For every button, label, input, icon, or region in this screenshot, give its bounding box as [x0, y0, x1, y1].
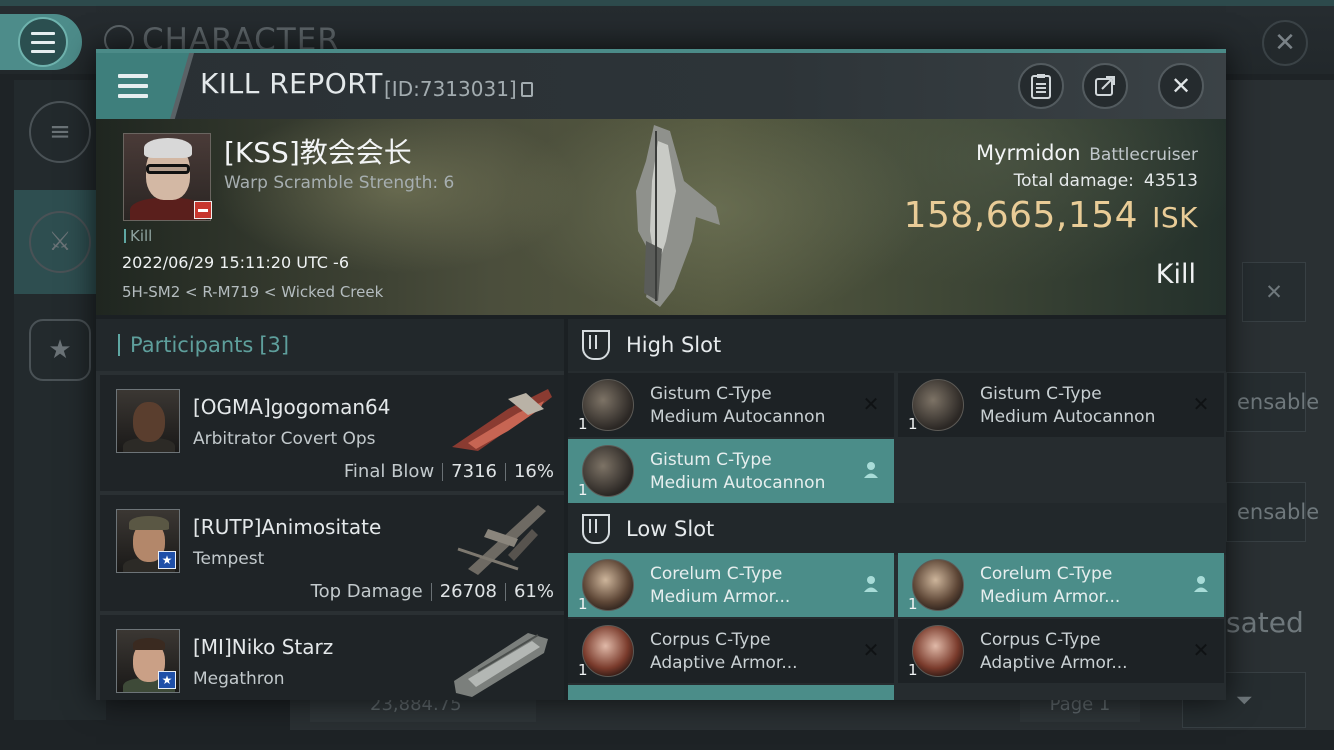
participant-ship-image: [452, 389, 552, 451]
adaptive-armor-icon: [912, 625, 964, 677]
high-slot-header: High Slot: [568, 319, 1226, 371]
sidebar-item-combat[interactable]: ⚔: [14, 190, 106, 294]
participant-name: [RUTP]Animositate: [193, 515, 382, 539]
list-icon: ≡: [29, 101, 91, 163]
destroyed-icon: ✕: [1192, 392, 1210, 416]
background-text: sated: [1226, 606, 1304, 639]
sidebar-item-list[interactable]: ≡: [14, 80, 106, 184]
module-item[interactable]: 1 Corelum C-Type Medium Armor...: [898, 553, 1224, 617]
high-slot-icon: [582, 330, 610, 360]
participant-name: [OGMA]gogoman64: [193, 395, 391, 419]
module-item[interactable]: 1 Corpus C-Type Adaptive Armor... ✕: [568, 619, 894, 683]
kill-tag: Kill: [124, 227, 152, 245]
report-id: [ID:7313031]: [384, 77, 533, 101]
participant-ship: Tempest: [193, 549, 265, 569]
autocannon-icon: [912, 379, 964, 431]
victim-ship-image[interactable]: [596, 121, 746, 311]
module-item[interactable]: 1 Gistum C-Type Medium Autocannon: [568, 439, 894, 503]
armor-module-icon: [582, 559, 634, 611]
adaptive-armor-icon: [582, 625, 634, 677]
victim-name[interactable]: [KSS]教会会长: [224, 131, 412, 171]
low-slot-header: Low Slot: [568, 503, 1226, 555]
destroyed-icon: ✕: [862, 638, 880, 662]
participant-ship-image: [454, 633, 548, 697]
background-close-button[interactable]: ✕: [1262, 20, 1308, 66]
victim-ship[interactable]: Myrmidon Battlecruiser: [976, 141, 1198, 165]
destroyed-icon: ✕: [862, 392, 880, 416]
autocannon-icon: [582, 379, 634, 431]
warp-scramble-strength: Warp Scramble Strength: 6: [224, 173, 455, 193]
copy-icon[interactable]: [520, 81, 533, 97]
armor-module-icon: [912, 559, 964, 611]
tools-button[interactable]: ✕: [1242, 262, 1306, 322]
participants-header: Participants [3]: [96, 319, 564, 371]
isk-value: 158,665,154 ISK: [903, 195, 1198, 236]
participant-ship: Arbitrator Covert Ops: [193, 429, 376, 449]
total-damage: Total damage: 43513: [1013, 171, 1198, 191]
star-icon: ★: [158, 671, 176, 689]
clipboard-icon: [1031, 74, 1051, 99]
background-button-1[interactable]: ensable: [1226, 372, 1319, 432]
participants-panel: Participants [3] [OGMA]gogoman64 Arbitra…: [96, 319, 564, 700]
wrench-icon: ✕: [1265, 280, 1283, 304]
star-icon: ★: [158, 551, 176, 569]
destroyed-icon: ✕: [1192, 638, 1210, 662]
sidebar-item-star[interactable]: ★: [14, 298, 106, 402]
dropped-person-icon: [860, 459, 882, 481]
participant-stats: Top Damage 26708 61%: [310, 581, 554, 602]
participant-row[interactable]: ★ [MI]Niko Starz Megathron: [100, 615, 564, 700]
kill-result: Kill: [1155, 259, 1196, 290]
module-item[interactable]: 1 Corpus C-Type Adaptive Armor... ✕: [898, 619, 1224, 683]
modal-close-button[interactable]: ✕: [1158, 63, 1204, 109]
participant-row[interactable]: [OGMA]gogoman64 Arbitrator Covert Ops Fi…: [100, 375, 564, 491]
dropped-person-icon: [860, 573, 882, 595]
background-menu-button[interactable]: [0, 14, 82, 70]
module-item[interactable]: 1 Gistum C-Type Medium Autocannon ✕: [568, 373, 894, 437]
module-item[interactable]: 1 Corelum C-Type Medium Armor...: [568, 553, 894, 617]
menu-icon: [18, 17, 68, 67]
close-icon: ✕: [1170, 72, 1192, 100]
dropped-person-icon: [1190, 573, 1212, 595]
kill-datetime: 2022/06/29 15:11:20 UTC -6: [122, 253, 350, 272]
filter-icon: ⏷: [1235, 687, 1253, 712]
autocannon-icon: [582, 445, 634, 497]
low-slot-icon: [582, 514, 610, 544]
crossed-swords-icon: ⚔: [29, 211, 91, 273]
module-item-partial[interactable]: [568, 685, 894, 700]
modal-header: KILL REPORT [ID:7313031] ✕: [96, 53, 1226, 119]
modal-title: KILL REPORT: [200, 67, 383, 100]
background-button-2[interactable]: ensable: [1226, 482, 1319, 542]
participant-ship-image: [457, 505, 546, 575]
star-icon: ★: [29, 319, 91, 381]
fitting-panel: High Slot 1 Gistum C-Type Medium Autocann…: [568, 319, 1226, 700]
report-clipboard-button[interactable]: [1018, 63, 1064, 109]
participant-row[interactable]: ★ [RUTP]Animositate Tempest Top Damage 2…: [100, 495, 564, 611]
participant-name: [MI]Niko Starz: [193, 635, 334, 659]
participant-portrait: [116, 389, 180, 453]
share-icon: [1095, 76, 1115, 96]
victim-banner: [KSS]教会会长 Warp Scramble Strength: 6 Kill…: [96, 119, 1226, 315]
standing-negative-icon: [194, 201, 212, 219]
share-button[interactable]: [1082, 63, 1128, 109]
hamburger-icon: [118, 74, 148, 98]
participant-stats: Final Blow 7316 16%: [343, 461, 554, 482]
module-item[interactable]: 1 Gistum C-Type Medium Autocannon ✕: [898, 373, 1224, 437]
kill-report-modal: KILL REPORT [ID:7313031] ✕ [KSS]教会会长 War…: [96, 49, 1226, 700]
kill-location[interactable]: 5H-SM2 < R-M719 < Wicked Creek: [122, 283, 383, 301]
participant-ship: Megathron: [193, 669, 285, 689]
